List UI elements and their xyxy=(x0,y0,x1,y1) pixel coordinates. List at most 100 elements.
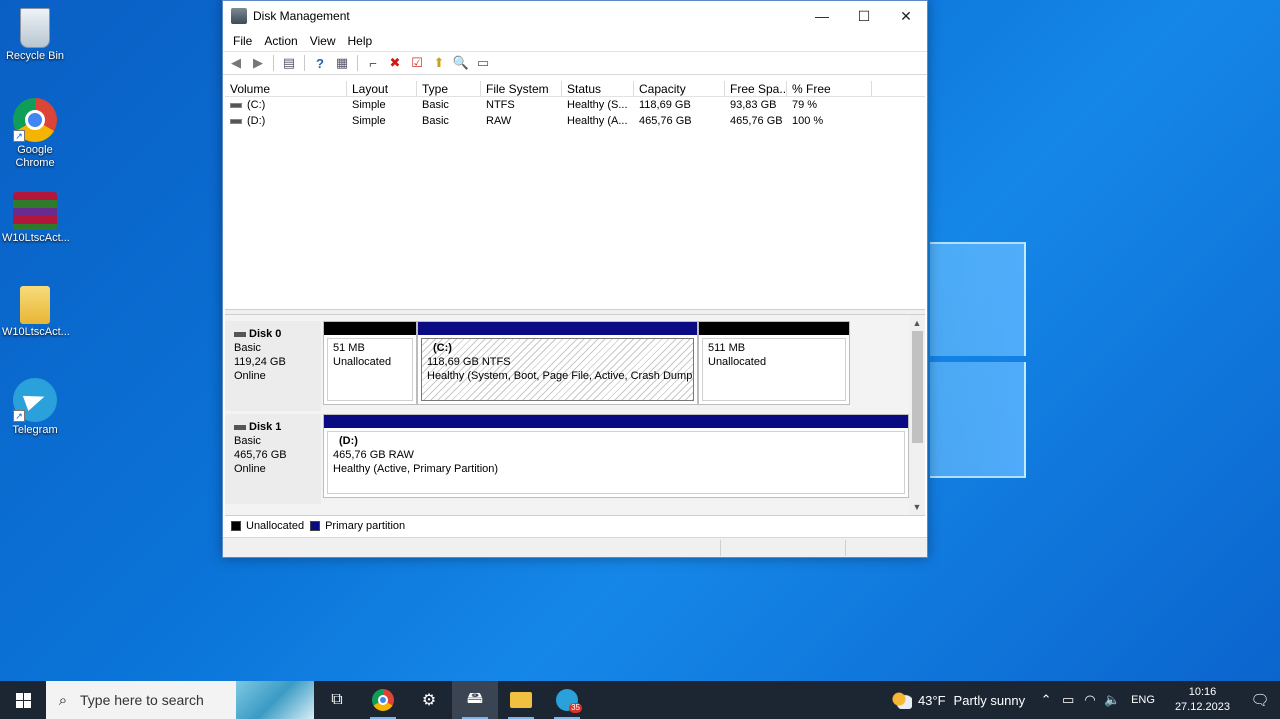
desktop-icon-label: Recycle Bin xyxy=(5,50,65,62)
partition-unallocated[interactable]: 51 MB Unallocated xyxy=(323,321,417,405)
menu-action[interactable]: Action xyxy=(258,34,303,48)
column-header-type[interactable]: Type xyxy=(417,81,481,96)
desktop-icon-telegram[interactable]: ↗ Telegram xyxy=(2,378,68,437)
scrollbar-thumb[interactable] xyxy=(912,331,923,443)
task-view-button[interactable]: ⧉ xyxy=(314,681,360,719)
shortcut-arrow-icon: ↗ xyxy=(13,410,25,422)
partition-c-drive[interactable]: (C:) 118,69 GB NTFS Healthy (System, Boo… xyxy=(417,321,698,405)
refresh-icon[interactable]: ⬆ xyxy=(430,54,448,72)
weather-widget[interactable]: 43°F Partly sunny xyxy=(880,691,1035,709)
desktop-icon-folder[interactable]: W10LtscAct... xyxy=(2,286,70,339)
recycle-bin-icon xyxy=(20,8,50,48)
wifi-icon[interactable]: ◠ xyxy=(1079,692,1101,708)
disk-row-disk-1: Disk 1 Basic 465,76 GB Online (D:) 465,7… xyxy=(225,414,909,504)
menu-bar: File Action View Help xyxy=(223,31,927,51)
desktop-icon-recycle-bin[interactable]: Recycle Bin xyxy=(2,8,68,63)
search-placeholder: Type here to search xyxy=(80,692,204,708)
column-header-percent-free[interactable]: % Free xyxy=(787,81,872,96)
volume-layout: Simple xyxy=(352,115,386,127)
column-header-status[interactable]: Status xyxy=(562,81,634,96)
maximize-button[interactable]: ☐ xyxy=(843,1,885,31)
disk-label[interactable]: Disk 1 Basic 465,76 GB Online xyxy=(225,414,321,504)
volume-free-space: 93,83 GB xyxy=(730,99,777,111)
show-hidden-icons-chevron-icon[interactable]: ⌃ xyxy=(1035,692,1057,708)
delete-icon[interactable]: ✖ xyxy=(386,54,404,72)
partition-size: 118,69 GB NTFS xyxy=(427,356,511,368)
disk-status: Online xyxy=(234,370,266,382)
disk-management-app-icon xyxy=(231,8,247,24)
column-header-capacity[interactable]: Capacity xyxy=(634,81,725,96)
settings-icon[interactable]: ▭ xyxy=(474,54,492,72)
partly-sunny-icon xyxy=(891,691,912,709)
telegram-icon: ↗ xyxy=(13,378,57,422)
volume-file-system: NTFS xyxy=(486,99,515,111)
volume-file-system: RAW xyxy=(486,115,512,127)
column-header-free-space[interactable]: Free Spa... xyxy=(725,81,787,96)
check-icon[interactable]: ☑ xyxy=(408,54,426,72)
disk-management-icon: 🖴 xyxy=(466,689,484,707)
column-header-layout[interactable]: Layout xyxy=(347,81,417,96)
help-icon[interactable]: ? xyxy=(311,54,329,72)
notification-badge: 35 xyxy=(569,703,582,713)
winrar-archive-icon xyxy=(13,192,57,230)
desktop-icon-google-chrome[interactable]: ↗ Google Chrome xyxy=(2,98,68,170)
notification-center-icon[interactable]: 🗨 xyxy=(1240,691,1280,709)
volume-capacity: 465,76 GB xyxy=(639,115,692,127)
menu-view[interactable]: View xyxy=(304,34,342,48)
disk-status: Online xyxy=(234,463,266,475)
battery-icon[interactable]: ▭ xyxy=(1057,692,1079,708)
menu-file[interactable]: File xyxy=(227,34,258,48)
properties-icon[interactable]: ▦ xyxy=(333,54,351,72)
volume-type: Basic xyxy=(422,99,449,111)
language-indicator[interactable]: ENG xyxy=(1123,694,1165,706)
partition-d-drive[interactable]: (D:) 465,76 GB RAW Healthy (Active, Prim… xyxy=(323,414,909,498)
volume-name: (C:) xyxy=(247,99,266,111)
vertical-scrollbar[interactable]: ▲ ▼ xyxy=(909,315,925,515)
toolbar: ◀ ▶ ▤ ? ▦ ⌐ ✖ ☑ ⬆ 🔍 ▭ xyxy=(223,51,927,75)
legend-label: Unallocated xyxy=(246,519,305,532)
wallpaper-windows-logo xyxy=(930,242,1026,478)
clock-time: 10:16 xyxy=(1188,686,1217,698)
connect-icon[interactable]: ⌐ xyxy=(364,54,382,72)
volume-percent-free: 100 % xyxy=(792,115,824,127)
partition-volume-label: (D:) xyxy=(339,435,358,447)
taskbar-chrome[interactable] xyxy=(360,681,406,719)
close-button[interactable]: ✕ xyxy=(885,1,927,31)
taskbar-file-explorer[interactable] xyxy=(498,681,544,719)
console-tree-icon[interactable]: ▤ xyxy=(280,54,298,72)
title-bar[interactable]: Disk Management — ☐ ✕ xyxy=(223,1,927,31)
back-arrow-icon[interactable]: ◀ xyxy=(227,54,245,72)
taskbar-settings[interactable]: ⚙ xyxy=(406,681,452,719)
forward-arrow-icon[interactable]: ▶ xyxy=(249,54,267,72)
partition-volume-label: (C:) xyxy=(433,342,452,354)
disk-type: Basic xyxy=(234,435,261,447)
partition-unallocated[interactable]: 511 MB Unallocated xyxy=(698,321,850,405)
clock[interactable]: 10:16 27.12.2023 xyxy=(1165,685,1240,715)
taskbar-telegram[interactable]: 35 xyxy=(544,681,590,719)
desktop-icon-winrar-archive[interactable]: W10LtscAct... xyxy=(2,192,70,245)
minimize-button[interactable]: — xyxy=(801,1,843,31)
taskbar-disk-management[interactable]: 🖴 xyxy=(452,681,498,719)
windows-logo-icon xyxy=(15,692,31,708)
table-row[interactable]: (C:) Simple Basic NTFS Healthy (S... 118… xyxy=(225,97,925,113)
disk-label[interactable]: Disk 0 Basic 119,24 GB Online xyxy=(225,321,321,411)
drive-icon xyxy=(230,118,242,124)
task-view-icon: ⧉ xyxy=(331,691,343,708)
column-header-volume[interactable]: Volume xyxy=(225,81,347,96)
volume-free-space: 465,76 GB xyxy=(730,115,783,127)
menu-help[interactable]: Help xyxy=(342,34,379,48)
rescan-icon[interactable]: 🔍 xyxy=(452,54,470,72)
volume-list: Volume Layout Type File System Status Ca… xyxy=(225,81,925,309)
column-header-file-system[interactable]: File System xyxy=(481,81,562,96)
scroll-up-icon[interactable]: ▲ xyxy=(909,315,925,331)
volume-icon[interactable]: 🔈 xyxy=(1101,692,1123,708)
scroll-down-icon[interactable]: ▼ xyxy=(909,499,925,515)
legend: Unallocated Primary partition xyxy=(225,515,925,535)
taskbar-search-box[interactable]: ⌕ Type here to search xyxy=(46,681,314,719)
disk-row-disk-0: Disk 0 Basic 119,24 GB Online 51 MB Unal… xyxy=(225,321,909,411)
start-button[interactable] xyxy=(0,681,46,719)
partition-size: 465,76 GB RAW xyxy=(333,449,414,461)
partition-size: 511 MB xyxy=(708,342,746,354)
table-row[interactable]: (D:) Simple Basic RAW Healthy (A... 465,… xyxy=(225,113,925,129)
folder-icon xyxy=(20,286,50,324)
